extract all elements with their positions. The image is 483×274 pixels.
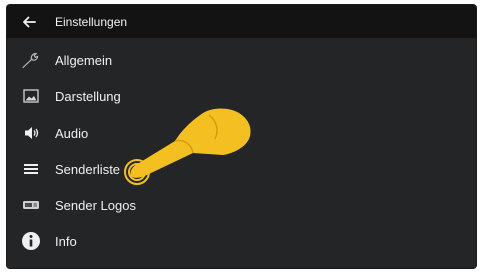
- settings-screen: Einstellungen Allgemein Darstellung Audi…: [7, 5, 476, 268]
- menu-item-label: Senderliste: [55, 162, 121, 177]
- wrench-icon: [22, 53, 39, 69]
- menu-item-info[interactable]: Info: [7, 223, 476, 259]
- list-icon: [24, 164, 38, 174]
- picture-icon: [23, 89, 39, 103]
- menu-item-label: Darstellung: [55, 89, 121, 104]
- logo-icon: [23, 201, 39, 209]
- app-bar: Einstellungen: [7, 5, 476, 38]
- arrow-left-icon[interactable]: [19, 12, 39, 32]
- menu-item-label: Sender Logos: [55, 198, 136, 213]
- menu-item-sender-logos[interactable]: Sender Logos: [7, 187, 476, 223]
- menu-item-label: Info: [55, 234, 77, 249]
- menu-item-label: Allgemein: [55, 53, 113, 68]
- menu-item-allgemein[interactable]: Allgemein: [7, 42, 476, 78]
- menu-item-senderliste[interactable]: Senderliste: [7, 151, 476, 187]
- page-title: Einstellungen: [55, 15, 128, 29]
- info-icon: [22, 232, 40, 250]
- speaker-icon: [25, 127, 39, 139]
- menu-item-audio[interactable]: Audio: [7, 115, 476, 151]
- menu-item-darstellung[interactable]: Darstellung: [7, 78, 476, 114]
- menu-item-label: Audio: [55, 126, 89, 141]
